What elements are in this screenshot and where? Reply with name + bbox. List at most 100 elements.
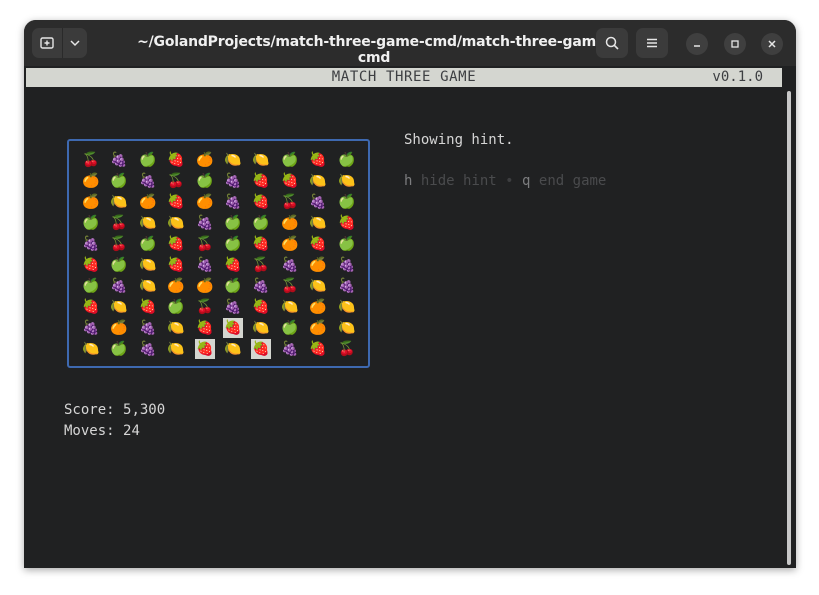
board-cell[interactable]: 🍋 [337,171,357,191]
board-cell[interactable]: 🍓 [337,213,357,233]
board-cell[interactable]: 🍏 [223,213,243,233]
board-cell[interactable]: 🍋 [337,297,357,317]
board-cell[interactable]: 🍇 [81,234,101,254]
board-cell[interactable]: 🍊 [195,150,215,170]
board-cell[interactable]: 🍏 [280,318,300,338]
board-cell[interactable]: 🍇 [337,255,357,275]
board-cell[interactable]: 🍓 [166,255,186,275]
board-cell[interactable]: 🍇 [251,276,271,296]
board-cell[interactable]: 🍇 [223,171,243,191]
board-cell[interactable]: 🍋 [308,276,328,296]
board-cell-hint[interactable]: 🍓 [223,318,243,338]
board-cell[interactable]: 🍊 [81,171,101,191]
board-cell[interactable]: 🍏 [337,150,357,170]
board-cell[interactable]: 🍊 [280,213,300,233]
board-cell[interactable]: 🍋 [138,213,158,233]
menu-button[interactable] [636,28,668,58]
board-cell[interactable]: 🍇 [308,192,328,212]
board-cell[interactable]: 🍇 [223,297,243,317]
board-cell[interactable]: 🍓 [166,234,186,254]
board-cell[interactable]: 🍒 [195,234,215,254]
board-cell[interactable]: 🍋 [109,297,129,317]
board-cell[interactable]: 🍊 [308,255,328,275]
board-cell[interactable]: 🍇 [138,318,158,338]
board-cell[interactable]: 🍒 [280,192,300,212]
board-cell[interactable]: 🍋 [109,192,129,212]
board-cell[interactable]: 🍋 [280,297,300,317]
board-cell[interactable]: 🍓 [81,255,101,275]
board-cell[interactable]: 🍓 [81,297,101,317]
board-cell[interactable]: 🍓 [166,150,186,170]
board-cell[interactable]: 🍓 [251,171,271,191]
board-cell[interactable]: 🍒 [109,213,129,233]
board-cell[interactable]: 🍊 [81,192,101,212]
board-cell[interactable]: 🍓 [223,255,243,275]
board-cell[interactable]: 🍏 [223,234,243,254]
board-cell[interactable]: 🍓 [308,339,328,359]
board-cell[interactable]: 🍏 [138,234,158,254]
board-cell[interactable]: 🍋 [223,150,243,170]
board-cell[interactable]: 🍓 [251,297,271,317]
board-cell[interactable]: 🍇 [195,255,215,275]
board-cell[interactable]: 🍋 [166,213,186,233]
board-cell[interactable]: 🍇 [280,339,300,359]
board-cell-hint[interactable]: 🍓 [251,339,271,359]
board-cell[interactable]: 🍋 [81,339,101,359]
board-cell[interactable]: 🍒 [337,339,357,359]
board-cell[interactable]: 🍏 [223,276,243,296]
board-cell[interactable]: 🍋 [166,339,186,359]
maximize-button[interactable] [724,33,746,55]
board-cell[interactable]: 🍋 [166,318,186,338]
board-cell[interactable]: 🍇 [138,171,158,191]
board-cell[interactable]: 🍇 [109,276,129,296]
board-cell[interactable]: 🍊 [138,192,158,212]
board-cell[interactable]: 🍇 [223,192,243,212]
board-cell[interactable]: 🍋 [223,339,243,359]
board-cell[interactable]: 🍏 [251,213,271,233]
board-cell[interactable]: 🍏 [109,339,129,359]
board-cell[interactable]: 🍋 [308,171,328,191]
board-cell[interactable]: 🍋 [308,213,328,233]
board-cell[interactable]: 🍏 [195,171,215,191]
board-cell[interactable]: 🍋 [251,150,271,170]
board-cell[interactable]: 🍒 [280,276,300,296]
board-cell[interactable]: 🍓 [251,192,271,212]
board-cell[interactable]: 🍏 [81,213,101,233]
board-cell[interactable]: 🍋 [337,318,357,338]
board-cell[interactable]: 🍇 [280,255,300,275]
board-cell[interactable]: 🍊 [308,297,328,317]
terminal-area[interactable]: MATCH THREE GAME v0.1.0 🍒 🍇 🍏 🍓 🍊 🍋 🍋 🍏 🍓 🍏 🍊 🍏 🍇 🍒 🍏 🍇… [24,66,796,568]
tab-dropdown-button[interactable] [63,28,87,58]
board-cell[interactable]: 🍏 [138,150,158,170]
board-cell[interactable]: 🍒 [195,297,215,317]
board-cell[interactable]: 🍓 [251,234,271,254]
board-cell[interactable]: 🍋 [251,318,271,338]
board-cell[interactable]: 🍏 [109,171,129,191]
board-cell[interactable]: 🍊 [195,192,215,212]
board-cell[interactable]: 🍇 [138,339,158,359]
board-cell[interactable]: 🍒 [251,255,271,275]
board-cell[interactable]: 🍏 [166,297,186,317]
board-cell[interactable]: 🍓 [166,192,186,212]
minimize-button[interactable] [686,33,708,55]
board-cell[interactable]: 🍏 [337,234,357,254]
board-cell[interactable]: 🍒 [109,234,129,254]
board-cell[interactable]: 🍊 [280,234,300,254]
board-cell[interactable]: 🍒 [166,171,186,191]
board-cell[interactable]: 🍊 [195,276,215,296]
board-cell[interactable]: 🍇 [109,150,129,170]
board-cell[interactable]: 🍊 [109,318,129,338]
board-cell[interactable]: 🍊 [166,276,186,296]
board-cell-hint[interactable]: 🍓 [195,339,215,359]
board-cell[interactable]: 🍇 [81,318,101,338]
scrollbar[interactable] [787,91,791,565]
board-cell[interactable]: 🍓 [308,150,328,170]
board-cell[interactable]: 🍏 [337,192,357,212]
board-cell[interactable]: 🍏 [280,150,300,170]
board-cell[interactable]: 🍏 [81,276,101,296]
board-cell[interactable]: 🍓 [195,318,215,338]
new-tab-button[interactable] [32,28,62,58]
board-cell[interactable]: 🍓 [280,171,300,191]
search-button[interactable] [596,28,628,58]
board-cell[interactable]: 🍏 [109,255,129,275]
